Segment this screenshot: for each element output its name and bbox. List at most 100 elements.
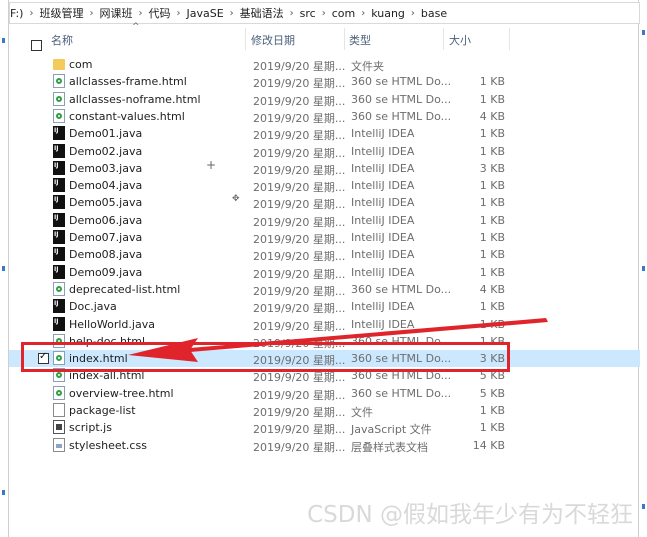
breadcrumb-item[interactable]: 网课班 <box>99 5 132 21</box>
file-size: 1 KB <box>479 196 505 210</box>
column-divider[interactable] <box>509 28 510 50</box>
breadcrumb-item[interactable]: F:) <box>10 7 23 20</box>
breadcrumb-item[interactable]: 代码 <box>148 5 170 21</box>
breadcrumb-item[interactable]: JavaSE <box>186 7 223 20</box>
column-divider[interactable] <box>344 28 345 50</box>
file-row[interactable]: Demo03.java 2019/9/20 星期... IntelliJ IDEA 3… <box>9 160 640 177</box>
file-row[interactable]: HelloWorld.java 2019/9/20 星期... IntelliJ I… <box>9 316 640 333</box>
file-type: 层叠样式表文档 <box>351 440 428 454</box>
file-name: deprecated-list.html <box>69 282 181 296</box>
address-bar[interactable]: F:) › 班级管理 › 网课班 › 代码 › JavaSE › 基础语法 › src › com › kuan… <box>9 2 640 24</box>
breadcrumb-chevron-icon[interactable]: › <box>230 8 234 19</box>
file-name: Demo02.java <box>69 144 143 158</box>
file-date: 2019/9/20 星期... <box>253 267 346 281</box>
window-edge-marker <box>642 30 645 35</box>
breadcrumb-chevron-icon[interactable]: › <box>290 8 294 19</box>
file-row[interactable]: package-list 2019/9/20 星期... 文件 1 KB <box>9 402 640 419</box>
file-name: Demo04.java <box>69 179 143 193</box>
css-file-icon <box>53 437 65 452</box>
breadcrumb-chevron-icon[interactable]: › <box>322 8 326 19</box>
file-size: 1 KB <box>479 179 505 193</box>
select-all-checkbox[interactable] <box>31 39 42 51</box>
breadcrumb-chevron-icon[interactable]: › <box>411 8 415 19</box>
file-row[interactable]: Demo07.java 2019/9/20 星期... IntelliJ IDEA 1… <box>9 229 640 246</box>
file-date: 2019/9/20 星期... <box>253 215 346 229</box>
column-type[interactable]: 类型 <box>349 32 371 48</box>
breadcrumb-chevron-icon[interactable]: › <box>176 8 180 19</box>
breadcrumb-item[interactable]: kuang <box>371 7 405 20</box>
file-row[interactable]: Demo02.java 2019/9/20 星期... IntelliJ IDEA 1… <box>9 143 640 160</box>
file-row[interactable]: overview-tree.html 2019/9/20 星期... 360 se … <box>9 385 640 402</box>
file-size: 1 KB <box>479 127 505 141</box>
java-file-icon <box>53 160 65 175</box>
file-name: package-list <box>69 404 136 417</box>
file-type: IntelliJ IDEA <box>351 231 415 244</box>
file-type: 360 se HTML Do... <box>351 386 452 400</box>
html-file-icon <box>53 91 65 106</box>
file-type: IntelliJ IDEA <box>351 248 415 262</box>
file-name: Demo08.java <box>69 248 143 262</box>
folder-icon <box>53 59 65 70</box>
file-type: 360 se HTML Do... <box>351 92 452 106</box>
column-divider[interactable] <box>443 28 444 50</box>
window-edge-marker <box>642 504 645 509</box>
file-size: 4 KB <box>479 109 505 123</box>
file-row[interactable]: constant-values.html 2019/9/20 星期... 360 s… <box>9 108 640 125</box>
file-date: 2019/9/20 星期... <box>253 198 346 212</box>
breadcrumb-item[interactable]: 基础语法 <box>240 5 284 21</box>
file-type: IntelliJ IDEA <box>351 300 415 314</box>
file-row[interactable]: Demo05.java 2019/9/20 星期... IntelliJ IDEA 1… <box>9 194 640 211</box>
file-date: 2019/9/20 星期... <box>253 129 346 143</box>
file-type: 360 se HTML Do... <box>351 75 452 89</box>
breadcrumb-item[interactable]: base <box>421 7 447 20</box>
file-date: 2019/9/20 星期... <box>253 319 346 333</box>
file-date: 2019/9/20 星期... <box>253 440 346 454</box>
breadcrumb-item[interactable]: 班级管理 <box>39 5 83 21</box>
html-file-icon <box>53 74 65 89</box>
file-row[interactable]: Demo01.java 2019/9/20 星期... IntelliJ IDEA 1… <box>9 125 640 142</box>
file-row[interactable]: com 2019/9/20 星期... 文件夹 <box>9 56 640 73</box>
java-file-icon <box>53 230 65 244</box>
column-name[interactable]: 名称 <box>51 32 73 48</box>
file-type: IntelliJ IDEA <box>351 127 415 141</box>
file-name: stylesheet.css <box>69 438 147 452</box>
file-row[interactable]: Demo08.java 2019/9/20 星期... IntelliJ IDEA 1… <box>9 246 640 263</box>
column-size[interactable]: 大小 <box>449 32 471 48</box>
file-type: JavaScript 文件 <box>351 423 432 437</box>
file-type: IntelliJ IDEA <box>351 161 415 175</box>
file-row[interactable]: stylesheet.css 2019/9/20 星期... 层叠样式表文档 14 K… <box>9 437 640 454</box>
java-file-icon <box>53 126 65 141</box>
breadcrumb-chevron-icon[interactable]: › <box>89 8 93 19</box>
file-row[interactable]: Demo06.java 2019/9/20 星期... IntelliJ IDEA 1… <box>9 212 640 229</box>
breadcrumb-chevron-icon[interactable]: › <box>361 8 365 19</box>
file-size: 1 KB <box>479 421 505 435</box>
file-row[interactable]: Demo04.java 2019/9/20 星期... IntelliJ IDEA 1… <box>9 177 640 194</box>
file-row[interactable]: allclasses-noframe.html 2019/9/20 星期... 36… <box>9 91 640 108</box>
breadcrumb-chevron-icon[interactable]: › <box>29 8 33 19</box>
java-file-icon <box>53 178 65 193</box>
java-file-icon <box>53 212 65 227</box>
file-size: 1 KB <box>479 300 505 314</box>
column-divider[interactable] <box>245 28 246 50</box>
file-date: 2019/9/20 星期... <box>253 163 346 177</box>
file-date: 2019/9/20 星期... <box>253 233 346 246</box>
file-date: 2019/9/20 星期... <box>253 302 346 316</box>
breadcrumb-item[interactable]: src <box>300 7 316 20</box>
breadcrumb-item[interactable]: com <box>332 7 356 20</box>
file-icon <box>53 403 65 417</box>
file-name: Demo06.java <box>69 213 143 227</box>
java-file-icon <box>53 264 65 279</box>
file-row[interactable]: Doc.java 2019/9/20 星期... IntelliJ IDEA 1 KB <box>9 298 640 315</box>
file-date: 2019/9/20 星期... <box>253 423 346 437</box>
file-row[interactable]: deprecated-list.html 2019/9/20 星期... 360 s… <box>9 281 640 298</box>
column-modified[interactable]: 修改日期 <box>251 32 295 48</box>
file-name: overview-tree.html <box>69 386 174 400</box>
js-file-icon <box>53 420 65 435</box>
breadcrumb-chevron-icon[interactable]: › <box>138 8 142 19</box>
file-name: Demo05.java <box>69 196 143 210</box>
file-row[interactable]: Demo09.java 2019/9/20 星期... IntelliJ IDEA 1… <box>9 264 640 281</box>
file-row[interactable]: script.js 2019/9/20 星期... JavaScript 文件 1 K… <box>9 419 640 436</box>
file-type: IntelliJ IDEA <box>351 317 415 331</box>
file-type: 文件夹 <box>351 60 384 73</box>
file-row[interactable]: allclasses-frame.html 2019/9/20 星期... 360 … <box>9 73 640 90</box>
